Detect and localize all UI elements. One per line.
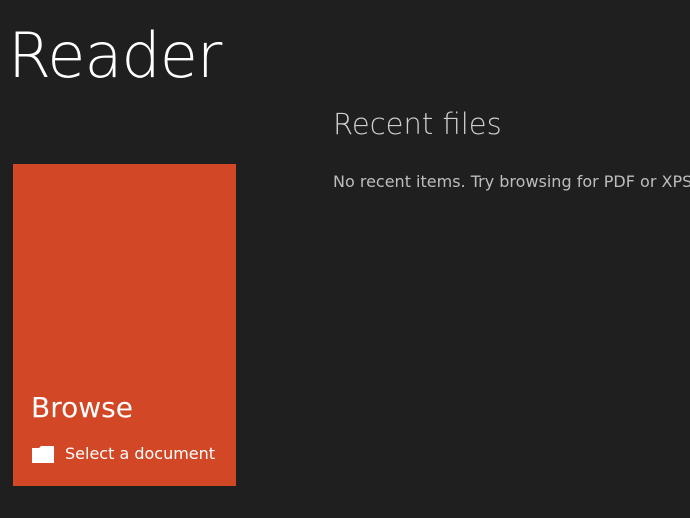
browse-tile-subtitle: Select a document bbox=[65, 444, 216, 463]
folder-icon bbox=[31, 444, 55, 464]
recent-files-title: Recent files bbox=[333, 107, 502, 141]
app-title: Reader bbox=[8, 19, 222, 92]
browse-tile-title: Browse bbox=[31, 391, 133, 424]
recent-files-empty-message: No recent items. Try browsing for PDF or… bbox=[333, 172, 690, 191]
browse-tile[interactable]: Browse Select a document bbox=[13, 164, 236, 486]
browse-tile-subrow: Select a document bbox=[31, 442, 215, 466]
